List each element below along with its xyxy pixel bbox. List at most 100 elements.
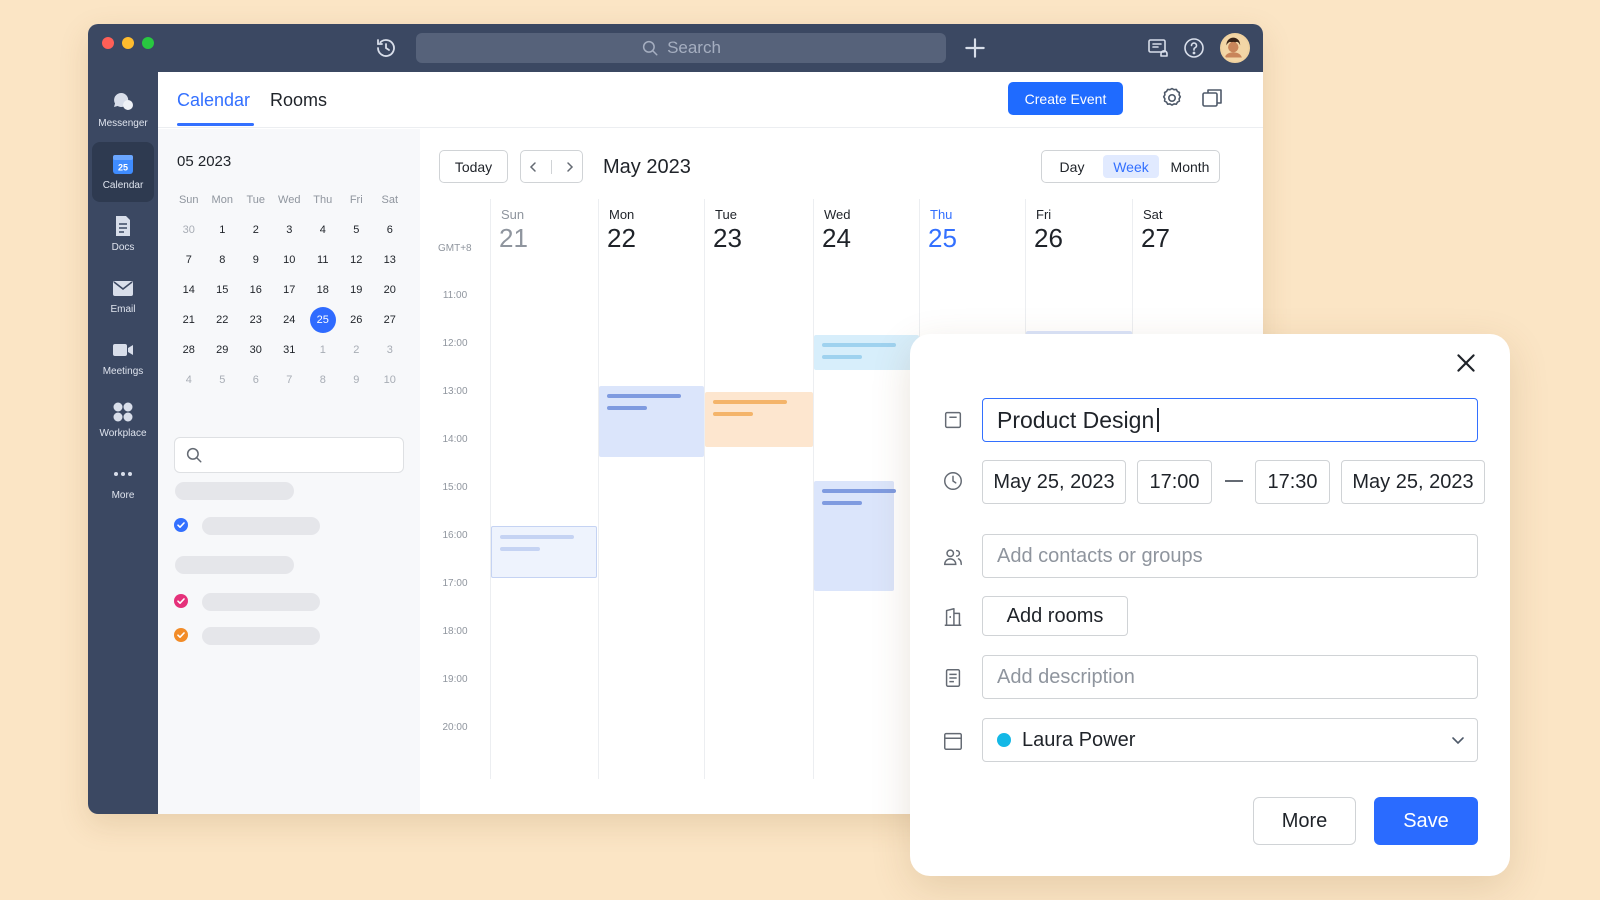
nav-item-meetings[interactable]: Meetings xyxy=(92,328,154,388)
mini-calendar-day[interactable]: 24 xyxy=(273,308,307,332)
mini-calendar-day[interactable]: 25 xyxy=(306,307,340,333)
calendar-owner-select[interactable]: Laura Power xyxy=(982,718,1478,762)
nav-item-calendar[interactable]: 25 Calendar xyxy=(92,142,154,202)
calendar-event[interactable] xyxy=(705,392,813,447)
mini-calendar-day[interactable]: 7 xyxy=(273,368,307,392)
start-time-field[interactable]: 17:00 xyxy=(1137,460,1212,504)
calendar-event[interactable] xyxy=(599,386,704,457)
mini-calendar-day[interactable]: 10 xyxy=(373,368,407,392)
title-icon xyxy=(944,411,962,429)
calendar-badge: 25 xyxy=(118,163,128,173)
mini-calendar-day[interactable]: 1 xyxy=(206,218,240,242)
day-column[interactable]: Mon 22 xyxy=(598,199,704,779)
mini-calendar-day[interactable]: 16 xyxy=(239,278,273,302)
mini-calendar-day[interactable]: 6 xyxy=(239,368,273,392)
chevron-left-icon[interactable] xyxy=(526,160,540,174)
mini-calendar-day[interactable]: 3 xyxy=(273,218,307,242)
mini-calendar-day[interactable]: 4 xyxy=(172,368,206,392)
global-search-input[interactable]: Search xyxy=(416,33,946,63)
mini-calendar-day[interactable]: 8 xyxy=(306,368,340,392)
day-column[interactable]: Sun 21 xyxy=(490,199,598,779)
popout-window-icon[interactable] xyxy=(1200,86,1224,110)
mini-calendar-day[interactable]: 23 xyxy=(239,308,273,332)
user-avatar[interactable] xyxy=(1220,33,1250,63)
calendar-event[interactable] xyxy=(814,481,896,591)
mini-calendar-day[interactable]: 4 xyxy=(306,218,340,242)
mini-calendar-day[interactable]: 6 xyxy=(373,218,407,242)
checkbox-checked-icon[interactable] xyxy=(174,628,188,642)
mini-calendar-day[interactable]: 13 xyxy=(373,248,407,272)
mini-calendar-day[interactable]: 12 xyxy=(340,248,374,272)
nav-item-email[interactable]: Email xyxy=(92,266,154,326)
mini-calendar-day[interactable]: 1 xyxy=(306,338,340,362)
mini-calendar-day[interactable]: 30 xyxy=(172,218,206,242)
close-window-button[interactable] xyxy=(102,37,114,49)
view-switcher: Day Week Month xyxy=(1041,150,1220,183)
day-number: 24 xyxy=(822,223,851,253)
mini-calendar-day[interactable]: 31 xyxy=(273,338,307,362)
add-rooms-button[interactable]: Add rooms xyxy=(982,596,1128,636)
mini-calendar-day[interactable]: 27 xyxy=(373,308,407,332)
end-date-field[interactable]: May 25, 2023 xyxy=(1341,460,1485,504)
mini-calendar-day[interactable]: 2 xyxy=(239,218,273,242)
day-name: Sat xyxy=(1143,207,1163,222)
nav-item-more[interactable]: More xyxy=(92,452,154,512)
more-options-button[interactable]: More xyxy=(1253,797,1356,845)
mini-calendar-day[interactable]: 29 xyxy=(206,338,240,362)
mini-calendar-day[interactable]: 5 xyxy=(340,218,374,242)
mini-calendar-day[interactable]: 5 xyxy=(206,368,240,392)
start-date-field[interactable]: May 25, 2023 xyxy=(982,460,1126,504)
mini-calendar-day[interactable]: 21 xyxy=(172,308,206,332)
mini-calendar-day[interactable]: 2 xyxy=(340,338,374,362)
plus-icon[interactable] xyxy=(962,35,988,61)
minimize-window-button[interactable] xyxy=(122,37,134,49)
calendar-search-input[interactable] xyxy=(174,437,404,473)
mini-calendar-day[interactable]: 28 xyxy=(172,338,206,362)
mini-calendar-day[interactable]: 18 xyxy=(306,278,340,302)
settings-gear-icon[interactable] xyxy=(1160,86,1184,110)
day-column[interactable]: Tue 23 xyxy=(704,199,813,779)
create-event-button[interactable]: Create Event xyxy=(1008,82,1123,115)
description-input[interactable]: Add description xyxy=(982,655,1478,699)
nav-item-docs[interactable]: Docs xyxy=(92,204,154,264)
view-week-button[interactable]: Week xyxy=(1103,155,1159,178)
checkbox-checked-icon[interactable] xyxy=(174,594,188,608)
mini-calendar-day[interactable]: 7 xyxy=(172,248,206,272)
calendar-item-placeholder xyxy=(202,627,320,645)
mini-calendar-day[interactable]: 9 xyxy=(239,248,273,272)
nav-item-messenger[interactable]: Messenger xyxy=(92,80,154,140)
calendar-event[interactable] xyxy=(491,526,597,578)
close-icon[interactable] xyxy=(1453,350,1479,376)
history-icon[interactable] xyxy=(374,36,398,60)
mini-calendar-day[interactable]: 26 xyxy=(340,308,374,332)
contacts-input[interactable]: Add contacts or groups xyxy=(982,534,1478,578)
mini-calendar-day[interactable]: 17 xyxy=(273,278,307,302)
mini-calendar-day[interactable]: 8 xyxy=(206,248,240,272)
event-title-input[interactable]: Product Design xyxy=(982,398,1478,442)
mini-calendar-day[interactable]: 3 xyxy=(373,338,407,362)
view-day-button[interactable]: Day xyxy=(1046,155,1098,178)
mini-calendar-day[interactable]: 15 xyxy=(206,278,240,302)
help-icon[interactable] xyxy=(1182,36,1206,60)
chevron-right-icon[interactable] xyxy=(563,160,577,174)
save-button[interactable]: Save xyxy=(1374,797,1478,845)
mini-calendar-day[interactable]: 19 xyxy=(340,278,374,302)
end-time-field[interactable]: 17:30 xyxy=(1255,460,1330,504)
today-button[interactable]: Today xyxy=(439,150,508,183)
mini-calendar-day[interactable]: 22 xyxy=(206,308,240,332)
mini-calendar-day[interactable]: 14 xyxy=(172,278,206,302)
tab-calendar[interactable]: Calendar xyxy=(177,90,250,111)
tab-rooms[interactable]: Rooms xyxy=(270,90,327,111)
checkbox-checked-icon[interactable] xyxy=(174,518,188,532)
calendar-event[interactable] xyxy=(814,335,919,370)
notifications-icon[interactable] xyxy=(1146,36,1170,60)
mini-calendar-day[interactable]: 10 xyxy=(273,248,307,272)
nav-item-workplace[interactable]: Workplace xyxy=(92,390,154,450)
maximize-window-button[interactable] xyxy=(142,37,154,49)
mini-calendar-day[interactable]: 11 xyxy=(306,248,340,272)
mini-calendar-day[interactable]: 20 xyxy=(373,278,407,302)
mini-calendar-day[interactable]: 30 xyxy=(239,338,273,362)
view-month-button[interactable]: Month xyxy=(1164,155,1216,178)
hour-label: 12:00 xyxy=(442,338,468,349)
mini-calendar-day[interactable]: 9 xyxy=(340,368,374,392)
